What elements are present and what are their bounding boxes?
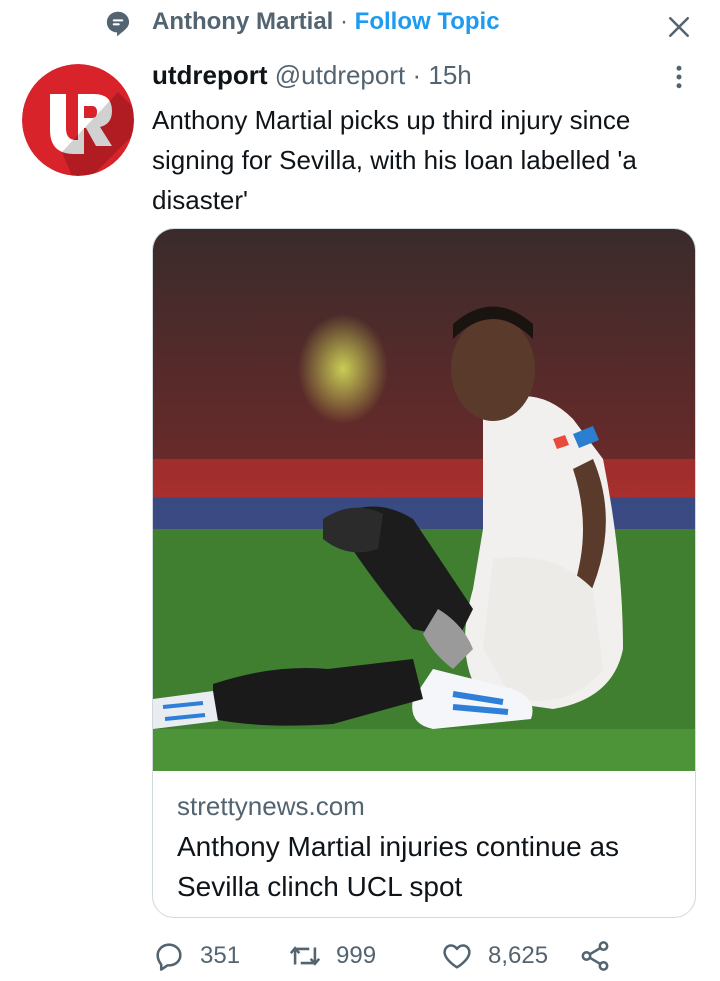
link-card[interactable]: strettynews.com Anthony Martial injuries…: [152, 228, 696, 918]
topic-icon: [106, 11, 130, 37]
like-button[interactable]: 8,625: [440, 936, 548, 976]
close-icon[interactable]: [664, 12, 694, 42]
utdreport-logo: [22, 64, 134, 176]
topic-label: Anthony Martial · Follow Topic: [152, 8, 500, 36]
reply-icon: [156, 943, 182, 971]
tweet-time[interactable]: 15h: [428, 60, 471, 90]
retweet-count: 999: [336, 942, 377, 969]
follow-topic-link[interactable]: Follow Topic: [355, 8, 500, 35]
tweet-actions: 351 999 8,625: [152, 936, 672, 976]
share-icon: [581, 941, 609, 971]
like-count: 8,625: [488, 942, 549, 969]
tweet-header: utdreport @utdreport · 15h: [152, 60, 472, 91]
topic-row: Anthony Martial · Follow Topic: [0, 0, 720, 50]
topic-separator: ·: [333, 8, 355, 35]
tweet-text: Anthony Martial picks up third injury si…: [152, 105, 637, 215]
header-separator: ·: [405, 60, 429, 90]
card-image: [153, 229, 695, 771]
author-name[interactable]: utdreport: [152, 60, 268, 90]
retweet-button[interactable]: 999: [288, 936, 376, 976]
card-title: Anthony Martial injuries continue as Sev…: [177, 831, 620, 902]
avatar[interactable]: [22, 64, 134, 176]
like-icon: [443, 944, 471, 969]
retweet-icon: [289, 946, 321, 966]
topic-name[interactable]: Anthony Martial: [152, 8, 333, 35]
author-handle[interactable]: @utdreport: [275, 60, 405, 90]
more-icon[interactable]: [664, 62, 694, 92]
card-domain: strettynews.com: [177, 791, 365, 821]
share-button[interactable]: [578, 936, 626, 976]
reply-count: 351: [200, 942, 241, 969]
reply-button[interactable]: 351: [152, 936, 240, 976]
